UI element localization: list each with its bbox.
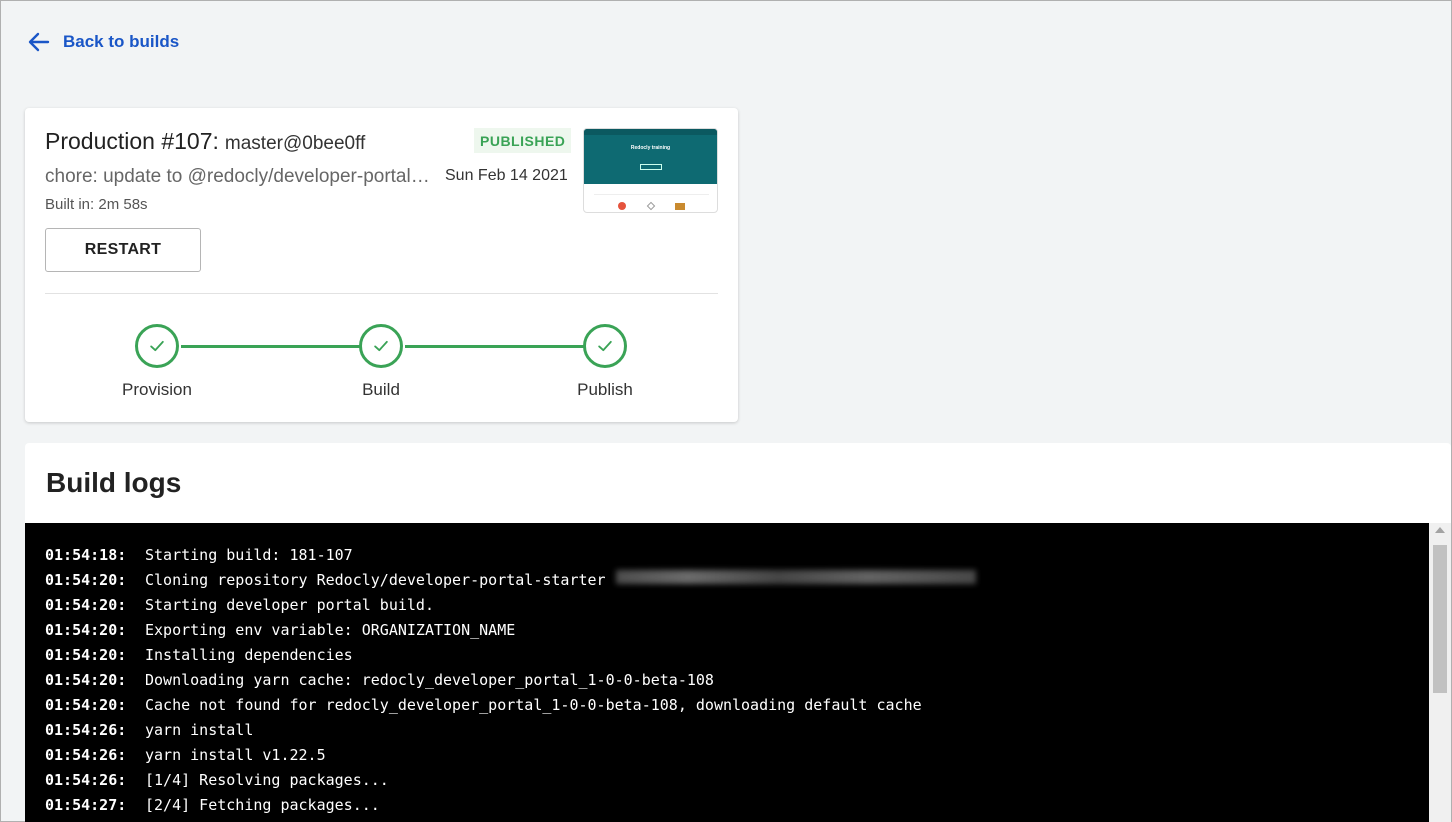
log-message: [2/4] Fetching packages... <box>145 796 380 814</box>
log-timestamp: 01:54:20: <box>45 621 127 639</box>
log-timestamp: 01:54:20: <box>45 671 127 689</box>
log-message: yarn install <box>145 721 254 739</box>
back-link-label: Back to builds <box>63 32 180 51</box>
check-icon <box>374 340 388 352</box>
log-console[interactable]: 01:54:18: Starting build: 181-107 01:54:20… <box>25 523 1429 822</box>
log-message: Installing dependencies <box>145 646 353 664</box>
log-line: 01:54:18: Starting build: 181-107 <box>25 545 1429 570</box>
log-message: Starting developer portal build. <box>145 596 434 614</box>
arrow-left-icon <box>28 32 50 52</box>
build-stepper: Provision Build Publish <box>25 108 738 422</box>
step-label-publish: Publish <box>577 380 633 399</box>
log-line: 01:54:20: Exporting env variable: ORGANIZ… <box>25 620 1429 645</box>
log-timestamp: 01:54:26: <box>45 721 127 739</box>
build-logs-title: Build logs <box>46 467 182 498</box>
log-timestamp: 01:54:20: <box>45 646 127 664</box>
build-logs-panel: Build logs 01:54:18: Starting build: 181-… <box>25 443 1451 822</box>
log-line: 01:54:20: Cache not found for redocly_dev… <box>25 695 1429 720</box>
build-card: Production #107: master@0bee0ff PUBLISHE… <box>25 108 738 422</box>
log-scrollbar[interactable] <box>1429 523 1451 822</box>
log-timestamp: 01:54:27: <box>45 796 127 814</box>
step-label-build: Build <box>362 380 400 399</box>
log-timestamp: 01:54:20: <box>45 596 127 614</box>
back-to-builds-link[interactable]: Back to builds <box>27 30 179 54</box>
step-build-check <box>359 324 403 368</box>
step-label-provision: Provision <box>122 380 192 399</box>
log-line: 01:54:20: Cloning repository Redocly/deve… <box>25 570 1429 595</box>
log-line: 01:54:20: Starting developer portal build… <box>25 595 1429 620</box>
step-publish-check <box>583 324 627 368</box>
log-timestamp: 01:54:20: <box>45 696 127 714</box>
log-message: Downloading yarn cache: redocly_develope… <box>145 671 714 689</box>
log-timestamp: 01:54:26: <box>45 746 127 764</box>
log-message: Starting build: 181-107 <box>145 546 353 564</box>
log-message: Cloning repository Redocly/developer-por… <box>145 571 606 589</box>
log-line: 01:54:26: [1/4] Resolving packages... <box>25 770 1429 795</box>
scroll-up-arrow-icon[interactable] <box>1435 527 1445 533</box>
log-timestamp: 01:54:18: <box>45 546 127 564</box>
step-provision-check <box>135 324 179 368</box>
redacted-commit-hash <box>615 570 976 584</box>
log-line: 01:54:27: [2/4] Fetching packages... <box>25 795 1429 820</box>
check-icon <box>150 340 164 352</box>
step-connector <box>405 345 584 348</box>
log-message: Cache not found for redocly_developer_po… <box>145 696 922 714</box>
log-message: [1/4] Resolving packages... <box>145 771 389 789</box>
log-line: 01:54:20: Installing dependencies <box>25 645 1429 670</box>
log-message: Exporting env variable: ORGANIZATION_NAM… <box>145 621 516 639</box>
log-message: yarn install v1.22.5 <box>145 746 326 764</box>
step-connector <box>181 345 360 348</box>
log-timestamp: 01:54:26: <box>45 771 127 789</box>
log-line: 01:54:26: yarn install v1.22.5 <box>25 745 1429 770</box>
log-timestamp: 01:54:20: <box>45 571 127 589</box>
scrollbar-thumb[interactable] <box>1433 545 1447 693</box>
check-icon <box>598 340 612 352</box>
log-line: 01:54:20: Downloading yarn cache: redocly… <box>25 670 1429 695</box>
log-line: 01:54:26: yarn install <box>25 720 1429 745</box>
